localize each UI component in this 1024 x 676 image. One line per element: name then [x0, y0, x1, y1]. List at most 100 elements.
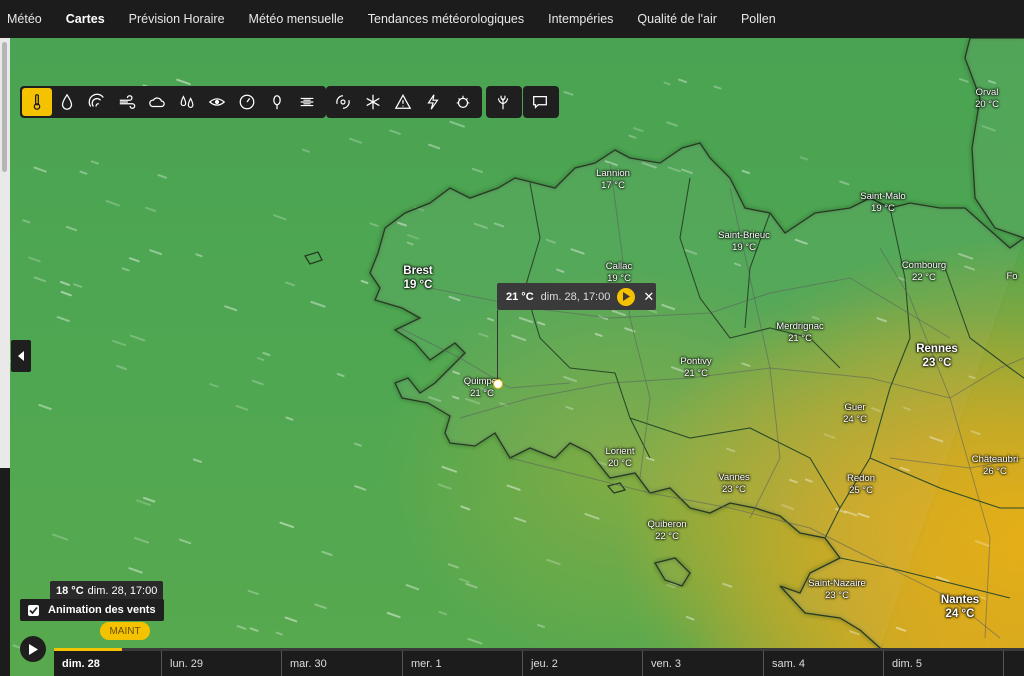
city-name: Quiberon — [647, 519, 687, 530]
wind-streak — [799, 156, 808, 161]
city-label[interactable]: Châteaubri 26 °C — [972, 454, 1018, 478]
wind-streak — [722, 582, 733, 588]
wind-animation-toggle[interactable]: Animation des vents — [20, 599, 164, 621]
nav-meteo-mensuelle[interactable]: Météo mensuelle — [237, 12, 356, 26]
cloud-icon[interactable] — [142, 88, 172, 116]
city-temperature: 22 °C — [912, 272, 936, 283]
tree-icon[interactable] — [262, 88, 292, 116]
nav-prevision-horaire[interactable]: Prévision Horaire — [117, 12, 237, 26]
popup-play-button[interactable] — [617, 287, 636, 306]
wind-animation-checkbox[interactable] — [28, 604, 39, 616]
city-label[interactable]: Saint-Brieuc 19 °C — [718, 230, 770, 254]
wind-streak — [192, 458, 202, 463]
timeline-day[interactable]: ven. 3 — [642, 651, 763, 676]
wind-streak — [349, 137, 363, 144]
wind-streak — [56, 316, 70, 322]
thermometer-icon[interactable] — [22, 88, 52, 116]
scrollbar-thumb[interactable] — [2, 42, 7, 172]
nav-qualite-air[interactable]: Qualité de l'air — [625, 12, 729, 26]
warning-icon[interactable] — [388, 88, 418, 116]
timeline-day[interactable]: mar. 30 — [281, 651, 402, 676]
page-scrollbar[interactable] — [0, 38, 10, 468]
city-label[interactable]: Vannes 23 °C — [718, 472, 750, 496]
wind-streak — [465, 582, 478, 589]
nav-tendances[interactable]: Tendances météorologiques — [356, 12, 536, 26]
nav-cartes[interactable]: Cartes — [54, 12, 117, 26]
city-temperature: 24 °C — [945, 608, 975, 620]
close-icon[interactable]: ✕ — [643, 289, 654, 305]
city-name: Fo — [1006, 271, 1018, 282]
pressure-gauge-icon[interactable] — [232, 88, 262, 116]
wind-streak — [310, 301, 326, 308]
city-label[interactable]: Saint-Malo 19 °C — [860, 191, 905, 215]
wind-streak — [389, 129, 401, 135]
nav-intemperies[interactable]: Intempéries — [536, 12, 625, 26]
city-label[interactable]: Nantes 24 °C — [941, 593, 979, 621]
city-name: Vannes — [718, 472, 750, 483]
plant-icon[interactable] — [488, 88, 518, 116]
timeline-day[interactable]: dim. 28 — [54, 651, 161, 676]
timeline-day[interactable]: mer. 1 — [402, 651, 522, 676]
wind-streak — [354, 442, 362, 447]
city-label[interactable]: Lorient 20 °C — [605, 446, 634, 470]
left-edge — [0, 468, 10, 676]
fog-icon[interactable] — [292, 88, 322, 116]
now-badge[interactable]: MAINT — [100, 622, 150, 640]
timeline-day[interactable]: lun. 29 — [161, 651, 281, 676]
city-label[interactable]: Rennes 23 °C — [916, 342, 958, 370]
rain-drops-icon[interactable] — [172, 88, 202, 116]
wind-streak — [149, 249, 162, 255]
city-label[interactable]: Brest 19 °C — [403, 264, 432, 292]
timeline-day[interactable]: sam. 4 — [763, 651, 883, 676]
wind-icon[interactable] — [112, 88, 142, 116]
city-name: Rennes — [916, 343, 958, 355]
wind-streak — [33, 276, 46, 283]
tooltip-datetime: dim. 28, 17:00 — [87, 585, 158, 597]
collapse-panel-button[interactable] — [11, 340, 31, 372]
city-label[interactable]: Fo — [1006, 271, 1017, 283]
city-label[interactable]: Quiberon 22 °C — [647, 519, 686, 543]
city-label[interactable]: Lannion 17 °C — [596, 168, 630, 192]
wind-streak — [584, 513, 600, 520]
timeline-day[interactable]: dim. 5 — [883, 651, 1003, 676]
cursor-tooltip: 18 °C dim. 28, 17:00 — [50, 581, 164, 601]
wind-gust-icon[interactable] — [82, 88, 112, 116]
city-name: Callac — [605, 261, 633, 272]
wind-streak — [314, 603, 327, 610]
timeline[interactable]: dim. 28 lun. 29 mar. 30 mer. 1 jeu. 2 ve… — [54, 648, 1024, 676]
city-label[interactable]: Redon 25 °C — [847, 473, 875, 497]
wind-streak — [128, 257, 140, 263]
timeline-play-button[interactable] — [20, 636, 46, 662]
wind-streak — [741, 169, 750, 175]
city-name: Châteaubri — [971, 454, 1019, 465]
virus-icon[interactable] — [448, 88, 478, 116]
wind-streak — [128, 567, 143, 574]
city-label[interactable]: Saint-Nazaire 23 °C — [808, 578, 866, 602]
plant-toolbar — [486, 86, 522, 118]
eye-icon[interactable] — [202, 88, 232, 116]
location-pin[interactable] — [493, 379, 503, 389]
city-label[interactable]: Merdrignac 21 °C — [776, 321, 824, 345]
wind-streak — [235, 405, 249, 411]
wind-streak — [449, 120, 465, 128]
snowflake-icon[interactable] — [358, 88, 388, 116]
wind-streak — [73, 283, 83, 288]
nav-pollen[interactable]: Pollen — [729, 12, 788, 26]
city-label[interactable]: Orval 20 °C — [975, 87, 999, 111]
city-name: Saint-Brieuc — [718, 230, 770, 241]
timeline-day[interactable] — [1003, 651, 1024, 676]
city-temperature: 26 °C — [983, 466, 1007, 477]
city-label[interactable]: Guer 24 °C — [843, 402, 867, 426]
chat-icon[interactable] — [525, 88, 555, 116]
lightning-icon[interactable] — [418, 88, 448, 116]
timeline-day[interactable]: jeu. 2 — [522, 651, 642, 676]
weather-map[interactable]: Lannion 17 °C Saint-Malo 19 °C Orval 20 °C … — [10, 38, 1024, 676]
droplet-icon[interactable] — [52, 88, 82, 116]
wind-streak — [666, 583, 676, 589]
city-label[interactable]: Pontivy 21 °C — [680, 356, 711, 380]
city-label[interactable]: Callac 19 °C — [606, 261, 632, 285]
wind-streak — [224, 305, 238, 312]
nav-meteo[interactable]: Météo — [0, 12, 54, 26]
hurricane-icon[interactable] — [328, 88, 358, 116]
city-label[interactable]: Combourg 22 °C — [902, 260, 946, 284]
